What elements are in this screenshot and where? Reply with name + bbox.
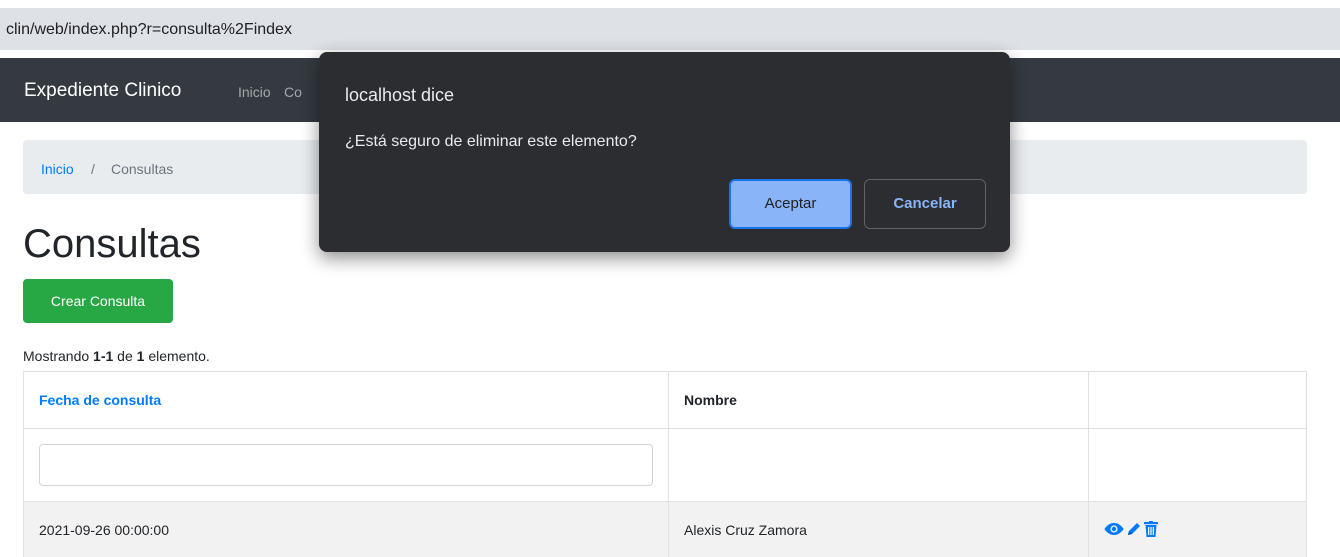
header-fecha-consulta[interactable]: Fecha de consulta — [23, 371, 669, 429]
nav-link-inicio[interactable]: Inicio — [238, 84, 271, 100]
table-header-row: Fecha de consulta Nombre — [23, 371, 1307, 429]
filter-row — [23, 428, 1307, 502]
accept-button[interactable]: Aceptar — [729, 179, 852, 229]
navbar-brand[interactable]: Expediente Clinico — [24, 80, 181, 102]
filter-cell-actions — [1088, 428, 1307, 502]
table-row: 2021-09-26 00:00:00 Alexis Cruz Zamora — [23, 501, 1307, 557]
header-actions — [1088, 371, 1307, 429]
breadcrumb-current: Consultas — [111, 161, 174, 177]
breadcrumb-separator: / — [91, 161, 95, 177]
summary-suffix: elemento. — [144, 348, 210, 364]
header-nombre: Nombre — [667, 371, 1090, 429]
browser-address-bar[interactable]: clin/web/index.php?r=consulta%2Findex — [0, 8, 1340, 50]
row-actions — [1104, 521, 1159, 537]
pencil-icon[interactable] — [1126, 521, 1142, 537]
consultas-table: Fecha de consulta Nombre 2021-09-26 00:0… — [23, 371, 1307, 557]
filter-cell-nombre — [667, 428, 1090, 502]
page-title: Consultas — [23, 222, 201, 266]
create-consulta-button[interactable]: Crear Consulta — [23, 279, 173, 323]
cell-nombre: Alexis Cruz Zamora — [667, 501, 1090, 557]
summary-prefix: Mostrando — [23, 348, 94, 364]
summary-middle: de — [113, 348, 137, 364]
dialog-title: localhost dice — [345, 85, 455, 105]
dialog-message: ¿Está seguro de eliminar este elemento? — [345, 133, 637, 150]
cell-fecha: 2021-09-26 00:00:00 — [23, 501, 669, 557]
filter-cell-fecha — [23, 428, 669, 502]
fecha-filter-input[interactable] — [39, 444, 653, 486]
cancel-button[interactable]: Cancelar — [864, 179, 986, 229]
eye-icon[interactable] — [1104, 522, 1124, 536]
url-text[interactable]: clin/web/index.php?r=consulta%2Findex — [6, 21, 292, 39]
cell-actions — [1088, 501, 1307, 557]
breadcrumb-home-link[interactable]: Inicio — [41, 161, 74, 177]
nav-link-consultas[interactable]: Co — [284, 84, 302, 100]
sort-fecha-link[interactable]: Fecha de consulta — [39, 392, 161, 408]
grid-summary: Mostrando 1-1 de 1 elemento. — [23, 348, 210, 364]
trash-icon[interactable] — [1144, 521, 1159, 537]
summary-range: 1-1 — [93, 348, 114, 364]
confirm-dialog: localhost dice ¿Está seguro de eliminar … — [319, 52, 1010, 252]
